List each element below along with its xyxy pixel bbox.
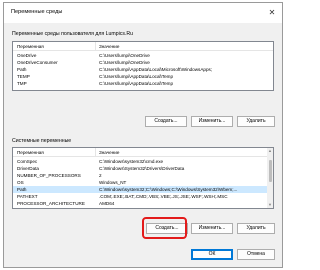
variable-name: DriverData [17, 166, 39, 171]
variable-value: C:\Windows\System32\Drivers\DriverData [99, 166, 185, 171]
close-icon[interactable]: ✕ [266, 7, 278, 19]
window-title: Переменные среды [11, 9, 63, 15]
title-bar: Переменные среды ✕ [4, 3, 282, 23]
variable-name: NUMBER_OF_PROCESSORS [17, 173, 81, 178]
variable-name: PROCESSOR_ARCHITECTURE [17, 201, 85, 206]
variable-value: Windows_NT [99, 180, 127, 185]
table-row[interactable]: TEMP C:\Users\lumpi\AppData\Local\Temp [13, 73, 273, 80]
variable-value: C:\Windows\system32;C:\Windows;C:\Window… [99, 187, 238, 192]
scroll-up-icon[interactable]: ▲ [267, 148, 273, 154]
variable-name: OneDrive [17, 53, 37, 58]
table-row[interactable]: OneDrive C:\Users\lumpi\OneDrive [13, 52, 273, 59]
column-divider [95, 148, 96, 157]
highlight-annotation [142, 217, 187, 239]
table-row[interactable]: PROCESSOR_ARCHITECTURE AMD64 [13, 200, 273, 207]
variable-value: .COM;.EXE;.BAT;.CMD;.VBS;.VBE;.JS;.JSE;.… [99, 194, 228, 199]
table-row[interactable]: TMP C:\Users\lumpi\AppData\Local\Temp [13, 80, 273, 87]
variable-value: C:\Users\lumpi\AppData\Local\Microsoft\W… [99, 67, 213, 72]
variable-name: PATHEXT [17, 194, 38, 199]
vertical-scrollbar[interactable]: ▲ ▼ [267, 148, 273, 208]
scroll-thumb[interactable] [268, 160, 272, 182]
table-row[interactable]: ComSpec C:\Windows\system32\cmd.exe [13, 158, 273, 165]
system-variables-header: Переменная Значение [13, 148, 273, 157]
table-row[interactable]: Path C:\Users\lumpi\AppData\Local\Micros… [13, 66, 273, 73]
variable-value: C:\Windows\system32\cmd.exe [99, 159, 164, 164]
column-variable[interactable]: Переменная [17, 44, 44, 49]
column-value[interactable]: Значение [99, 44, 119, 49]
system-delete-button[interactable]: Удалить [237, 223, 275, 234]
user-delete-button[interactable]: Удалить [237, 116, 275, 127]
variable-value: AMD64 [99, 201, 115, 206]
system-variables-list[interactable]: Переменная Значение ComSpec C:\Windows\s… [12, 147, 274, 209]
column-divider [95, 42, 96, 51]
table-row[interactable]: PATHEXT .COM;.EXE;.BAT;.CMD;.VBS;.VBE;.J… [13, 193, 273, 200]
table-row[interactable]: DriverData C:\Windows\System32\Drivers\D… [13, 165, 273, 172]
system-edit-button[interactable]: Изменить... [191, 223, 233, 234]
variable-name: TMP [17, 81, 27, 86]
user-variables-header: Переменная Значение [13, 42, 273, 51]
user-variables-list[interactable]: Переменная Значение OneDrive C:\Users\lu… [12, 41, 274, 91]
variable-value: C:\Users\lumpi\AppData\Local\Temp [99, 81, 174, 86]
variable-name: TEMP [17, 74, 30, 79]
variable-value: C:\Users\lumpi\OneDrive [99, 60, 150, 65]
ok-button[interactable]: ОК [191, 249, 233, 260]
variable-name: Path [17, 187, 27, 192]
table-row[interactable]: Path C:\Windows\system32;C:\Windows;C:\W… [13, 186, 273, 193]
variable-name: OS [17, 180, 24, 185]
column-variable[interactable]: Переменная [17, 150, 44, 155]
variable-value: C:\Users\lumpi\AppData\Local\Temp [99, 74, 174, 79]
system-variables-label: Системные переменные [12, 138, 72, 144]
variable-value: 2 [99, 173, 102, 178]
variable-name: ComSpec [17, 159, 38, 164]
table-row[interactable]: NUMBER_OF_PROCESSORS 2 [13, 172, 273, 179]
variable-name: OneDriveConsumer [17, 60, 58, 65]
variable-value: C:\Users\lumpi\OneDrive [99, 53, 150, 58]
table-row[interactable]: OneDriveConsumer C:\Users\lumpi\OneDrive [13, 59, 273, 66]
user-edit-button[interactable]: Изменить... [191, 116, 233, 127]
table-row[interactable]: OS Windows_NT [13, 179, 273, 186]
variable-name: Path [17, 67, 27, 72]
scroll-down-icon[interactable]: ▼ [267, 202, 273, 208]
cancel-button[interactable]: Отмена [237, 249, 275, 260]
column-value[interactable]: Значение [99, 150, 119, 155]
user-create-button[interactable]: Создать... [145, 116, 187, 127]
user-variables-label: Переменные среды пользователя для Lumpic… [12, 31, 134, 37]
